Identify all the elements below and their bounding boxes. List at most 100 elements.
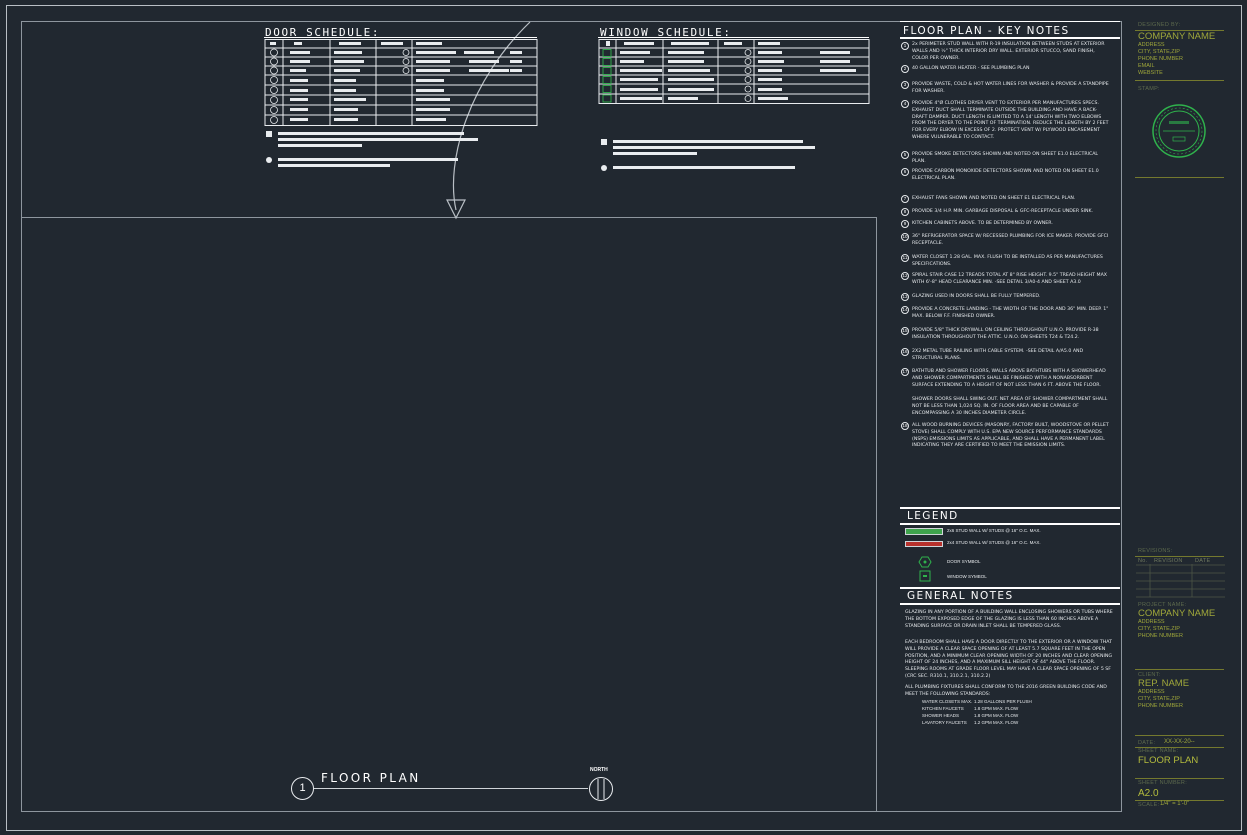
key-note-number: 1	[901, 42, 909, 50]
client-name: REP. NAME	[1138, 678, 1190, 689]
general-note-paragraph: ALL PLUMBING FIXTURES SHALL CONFORM TO T…	[905, 685, 1107, 697]
key-note-number: 5	[901, 151, 909, 159]
key-note-number: 15	[901, 327, 909, 335]
window-symbol-icon	[919, 570, 931, 582]
legend-label: WINDOW SYMBOL	[947, 574, 987, 579]
key-note-text: SHOWER DOORS SHALL SWING OUT. NET AREA O…	[912, 397, 1108, 416]
key-note-number: 13	[901, 293, 909, 301]
key-note-text: EXHAUST FANS SHOWN AND NOTED ON SHEET E1…	[912, 196, 1076, 201]
key-note-text: WATER CLOSET 1.28 GAL. MAX. FLUSH TO BE …	[912, 255, 1103, 267]
key-notes-top-line	[900, 21, 1120, 22]
client-info-line: ADDRESS	[1138, 689, 1165, 695]
legend-label: 2x4 STUD WALL W/ STUDS @ 16" O.C. MAX.	[947, 540, 1041, 545]
general-notes-top-line	[900, 587, 1120, 589]
north-arrow-icon	[589, 777, 613, 801]
key-note-text: PROVIDE 3/4 H.P. MIN. GARBAGE DISPOSAL &…	[912, 209, 1094, 214]
key-note-text: SPIRAL STAIR CASE 12 TREADS TOTAL AT 8" …	[912, 273, 1107, 285]
fixture-name: LAVATORY FAUCETS	[922, 720, 967, 725]
key-note-text: GLAZING USED IN DOORS SHALL BE FULLY TEM…	[912, 294, 1041, 299]
key-note-text: 36" REFRIGERATOR SPACE W/ RECESSED PLUMB…	[912, 234, 1109, 246]
key-note-text: PROVIDE 4"Ø CLOTHES DRYER VENT TO EXTERI…	[912, 101, 1109, 140]
scale-label: SCALE:	[1138, 802, 1160, 808]
key-note-text: 2X2 METAL TUBE RAILING WITH CABLE SYSTEM…	[912, 349, 1084, 361]
title-block-rule	[1135, 778, 1224, 779]
door-schedule-underline	[264, 37, 537, 38]
general-notes-underline	[900, 603, 1120, 605]
client-info-line: PHONE NUMBER	[1138, 703, 1183, 709]
key-note-text: BATHTUB AND SHOWER FLOORS, WALLS ABOVE B…	[912, 369, 1106, 388]
designer-info-line: CITY, STATE,ZIP	[1138, 49, 1180, 55]
key-note-number: 2	[901, 65, 909, 73]
designer-info-line: EMAIL	[1138, 63, 1155, 69]
designed-by-label: DESIGNED BY:	[1138, 22, 1181, 28]
north-label: NORTH	[590, 767, 608, 773]
fixture-name: SHOWER HEADS	[922, 713, 960, 718]
key-note-number: 7	[901, 195, 909, 203]
drawing-title: FLOOR PLAN	[321, 771, 421, 785]
scale-value: 1/4" = 1'-0"	[1160, 801, 1190, 807]
legend-top-line	[900, 507, 1120, 509]
date-value: XX-XX-20--	[1164, 739, 1195, 745]
title-block-rule	[1135, 80, 1224, 81]
designer-info-line: PHONE NUMBER	[1138, 56, 1183, 62]
designer-info-line: ADDRESS	[1138, 42, 1165, 48]
key-note-text: PROVIDE SMOKE DETECTORS SHOWN AND NOTED …	[912, 152, 1099, 164]
project-info-line: ADDRESS	[1138, 619, 1165, 625]
stamp-label: STAMP:	[1138, 86, 1160, 92]
designer-company-name: COMPANY NAME	[1138, 31, 1216, 42]
key-note-text: ALL WOOD BURNING DEVICES (MASONRY, FACTO…	[912, 423, 1109, 449]
key-note-text: PROVIDE A CONCRETE LANDING - THE WIDTH O…	[912, 307, 1109, 319]
legend-label: 2x6 STUD WALL W/ STUDS @ 16" O.C. MAX.	[947, 528, 1041, 533]
sheet-name: FLOOR PLAN	[1138, 755, 1199, 766]
key-note-text: PROVIDE 5/8" THICK DRYWALL ON CEILING TH…	[912, 328, 1099, 340]
key-note-number: 8	[901, 208, 909, 216]
title-block-rule	[1135, 177, 1224, 178]
key-note-number: 10	[901, 233, 909, 241]
key-notes-title: FLOOR PLAN - KEY NOTES	[903, 25, 1070, 37]
door-schedule-footnote	[266, 130, 486, 170]
cad-canvas: { "door_schedule": {"title": "DOOR SCHED…	[0, 0, 1247, 835]
fixture-value: 1.2 GPM MAX. FLOW	[974, 720, 1019, 725]
general-note-paragraph: EACH BEDROOM SHALL HAVE A DOOR DIRECTLY …	[905, 640, 1113, 679]
project-name: COMPANY NAME	[1138, 608, 1216, 619]
drawing-number: 1	[299, 782, 306, 794]
project-info-line: PHONE NUMBER	[1138, 633, 1183, 639]
general-note-paragraph: GLAZING IN ANY PORTION OF A BUILDING WAL…	[905, 610, 1113, 629]
key-note-number: 12	[901, 272, 909, 280]
drawing-title-underline	[314, 788, 588, 789]
key-note-text: PROVIDE CARBON MONOXIDE DETECTORS SHOWN …	[912, 169, 1099, 181]
notes-divider-line	[876, 217, 877, 811]
designer-info-line: WEBSITE	[1138, 70, 1163, 76]
legend-swatch-2x4	[905, 541, 943, 547]
fixture-value: 1.28 GALLONS PER FLUSH	[974, 699, 1032, 704]
key-note-number: 17	[901, 368, 909, 376]
fixture-value: 1.8 GPM MAX. FLOW	[974, 713, 1019, 718]
key-note-text: 2x PERIMETER STUD WALL WITH R-19 INSULAT…	[912, 42, 1105, 61]
key-note-number: 18	[901, 422, 909, 430]
key-note-text: KITCHEN CABINETS ABOVE. TO BE DETERMINED…	[912, 221, 1053, 226]
general-notes-title: GENERAL NOTES	[907, 590, 1014, 602]
fixture-name: WATER CLOSETS MAX.	[922, 699, 973, 704]
window-schedule-footnote	[601, 138, 821, 174]
sheet-name-label: SHEET NAME:	[1138, 748, 1179, 754]
fixture-name: KITCHEN FAUCETS	[922, 706, 964, 711]
window-schedule-table	[598, 39, 870, 104]
door-symbol-icon	[918, 556, 932, 568]
title-block-rule	[1135, 735, 1224, 736]
stamp-seal-icon	[1152, 104, 1206, 158]
key-note-number: 4	[901, 100, 909, 108]
key-notes-underline	[900, 37, 1120, 39]
date-label: DATE:	[1138, 740, 1156, 746]
door-schedule-table	[264, 39, 538, 126]
project-info-line: CITY, STATE,ZIP	[1138, 626, 1180, 632]
key-note-number: 3	[901, 81, 909, 89]
key-note-number: 16	[901, 348, 909, 356]
key-note-number: 6	[901, 168, 909, 176]
window-schedule-underline	[598, 37, 869, 38]
legend-underline	[900, 523, 1120, 525]
sheet-number-label: SHEET NUMBER:	[1138, 780, 1188, 786]
client-info-line: CITY, STATE,ZIP	[1138, 696, 1180, 702]
sheet-number: A2.0	[1138, 788, 1159, 799]
fixture-value: 1.8 GPM MAX. FLOW	[974, 706, 1019, 711]
legend-label: DOOR SYMBOL	[947, 559, 981, 564]
